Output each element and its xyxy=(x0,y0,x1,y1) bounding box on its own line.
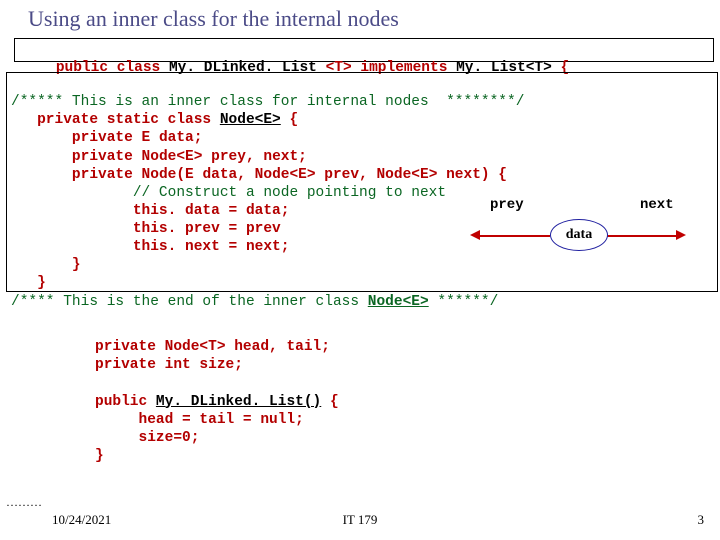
code-text: E data; xyxy=(133,130,203,146)
data-ellipse: data xyxy=(550,219,608,251)
comment: /***** This is an inner class for intern… xyxy=(11,94,446,110)
code-text: head = tail = null; xyxy=(95,412,304,428)
comment: // Construct a node pointing to next xyxy=(11,185,446,201)
type-name: My. DLinked. List() xyxy=(156,394,321,410)
code-text: int size; xyxy=(156,357,243,373)
code-text: this. data = data; xyxy=(11,203,289,219)
keyword: private xyxy=(72,149,133,165)
arrow-left-head xyxy=(470,230,480,240)
footer-ellipsis: ……… xyxy=(6,495,42,510)
comment: ******/ xyxy=(429,294,499,310)
code-text: Node(E data, Node<E> prev, Node<E> next)… xyxy=(133,167,507,183)
code-text: Node<T> head, tail; xyxy=(156,339,330,355)
brace: { xyxy=(281,112,298,128)
keyword: private xyxy=(72,130,133,146)
code-text: this. next = next; xyxy=(11,239,289,255)
keyword: public xyxy=(95,394,156,410)
node-diagram: prey next data xyxy=(472,195,692,265)
brace: } xyxy=(11,275,46,291)
arrow-right-line xyxy=(606,235,678,237)
code-text: size=0; xyxy=(95,430,199,446)
label-data: data xyxy=(566,227,592,243)
label-prey: prey xyxy=(490,197,524,213)
code-text: Node<E> prey, next; xyxy=(133,149,307,165)
comment: ********/ xyxy=(446,94,524,110)
class-decl-box: public class My. DLinked. List <T> imple… xyxy=(14,38,714,62)
comment: /**** This is the end of the inner class xyxy=(11,294,368,310)
slide: Using an inner class for the internal no… xyxy=(0,0,720,540)
keyword: private xyxy=(95,357,156,373)
brace: { xyxy=(321,394,338,410)
arrow-right-head xyxy=(676,230,686,240)
type-name: Node<E> xyxy=(220,112,281,128)
keyword: private static class xyxy=(37,112,220,128)
arrow-left-line xyxy=(478,235,550,237)
brace: } xyxy=(11,257,81,273)
footer-page-number: 3 xyxy=(698,512,705,528)
label-next: next xyxy=(640,197,674,213)
keyword: private xyxy=(95,339,156,355)
keyword: private xyxy=(72,167,133,183)
type-name: Node<E> xyxy=(368,294,429,310)
footer-center: IT 179 xyxy=(0,512,720,528)
brace: } xyxy=(95,448,104,464)
code-text: this. prev = prev xyxy=(11,221,281,237)
class-body-code: private Node<T> head, tail; private int … xyxy=(95,320,339,483)
slide-title: Using an inner class for the internal no… xyxy=(28,6,399,32)
